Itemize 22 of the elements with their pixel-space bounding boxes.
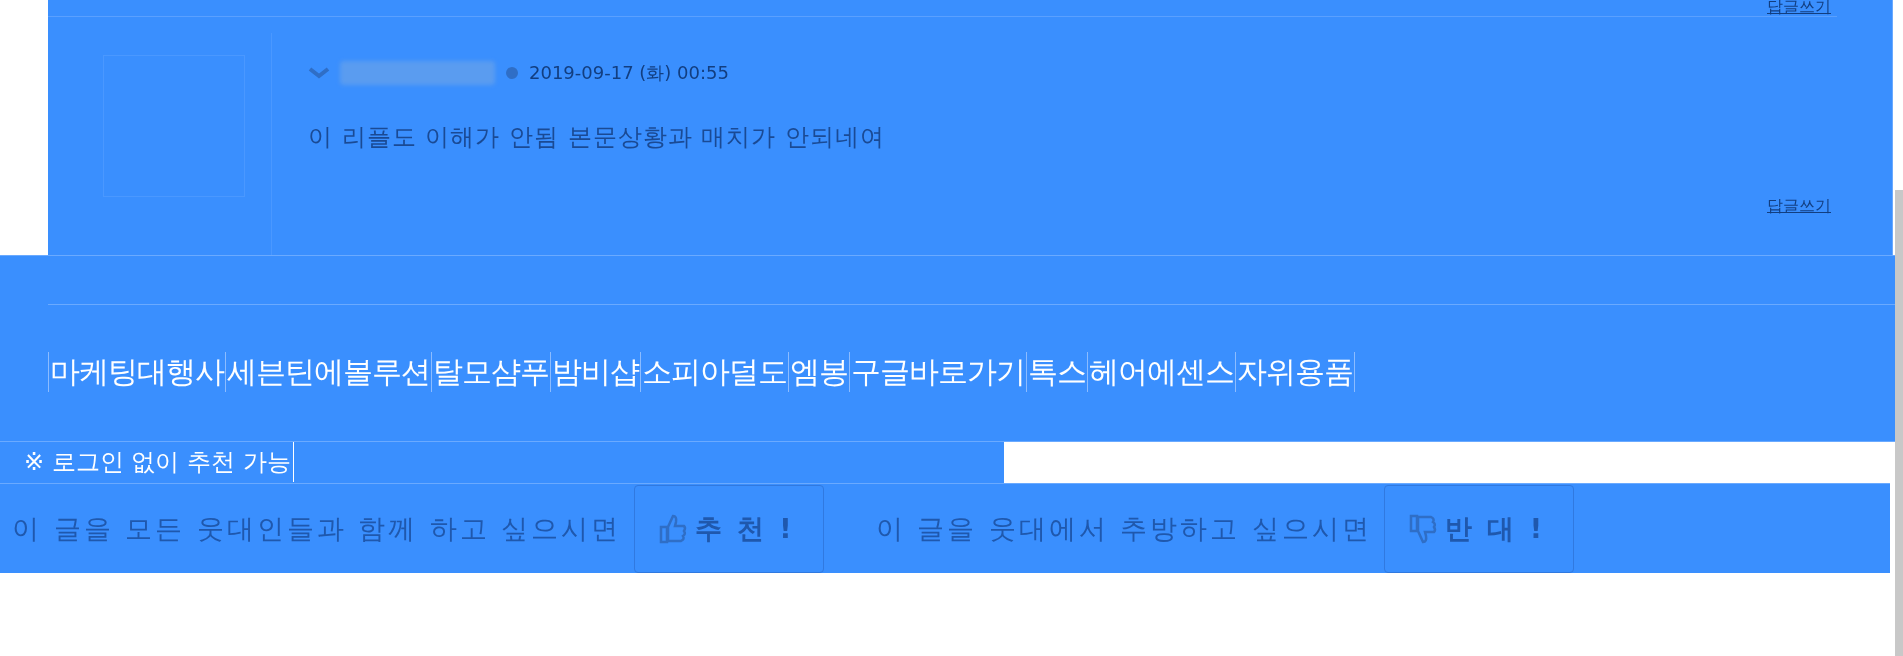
sponsor-link[interactable]: 밤비샵	[550, 352, 641, 392]
comment-date: 2019-09-17 (화) 00:55	[529, 61, 729, 85]
comment-text: 이 리플도 이해가 안됨 본문상황과 매치가 안되네여	[308, 122, 886, 153]
sponsor-link[interactable]: 세븐틴에볼루션	[225, 352, 432, 392]
reply-link[interactable]: 답글쓰기	[1767, 199, 1831, 213]
chevron-icon	[308, 67, 330, 79]
recommend-prompt: 이 글을 모든 웃대인들과 함께 하고 싶으시면	[12, 511, 622, 546]
sponsor-link[interactable]: 자위용품	[1235, 352, 1355, 392]
recommend-button[interactable]: 추 천 !	[633, 484, 824, 573]
oppose-prompt: 이 글을 웃대에서 추방하고 싶으시면	[875, 511, 1372, 546]
sponsor-link[interactable]: 마케팅대행사	[48, 352, 226, 392]
sponsor-link[interactable]: 헤어에센스	[1087, 352, 1236, 392]
sponsor-link[interactable]: 엠봉	[788, 352, 850, 392]
scrollbar[interactable]	[1895, 190, 1903, 656]
circle-icon	[505, 66, 519, 80]
reply-link[interactable]: 답글쓰기	[1767, 0, 1831, 16]
sponsor-link[interactable]: 구글바로가기	[849, 352, 1027, 392]
sponsor-link[interactable]: 소피아덜도	[640, 352, 789, 392]
sponsor-link[interactable]: 톡스	[1026, 352, 1088, 392]
oppose-button[interactable]: 반 대 !	[1383, 484, 1575, 573]
sponsor-link[interactable]: 탈모샴푸	[431, 352, 551, 392]
notice-text: ※ 로그인 없이 추천 가능	[24, 442, 294, 482]
